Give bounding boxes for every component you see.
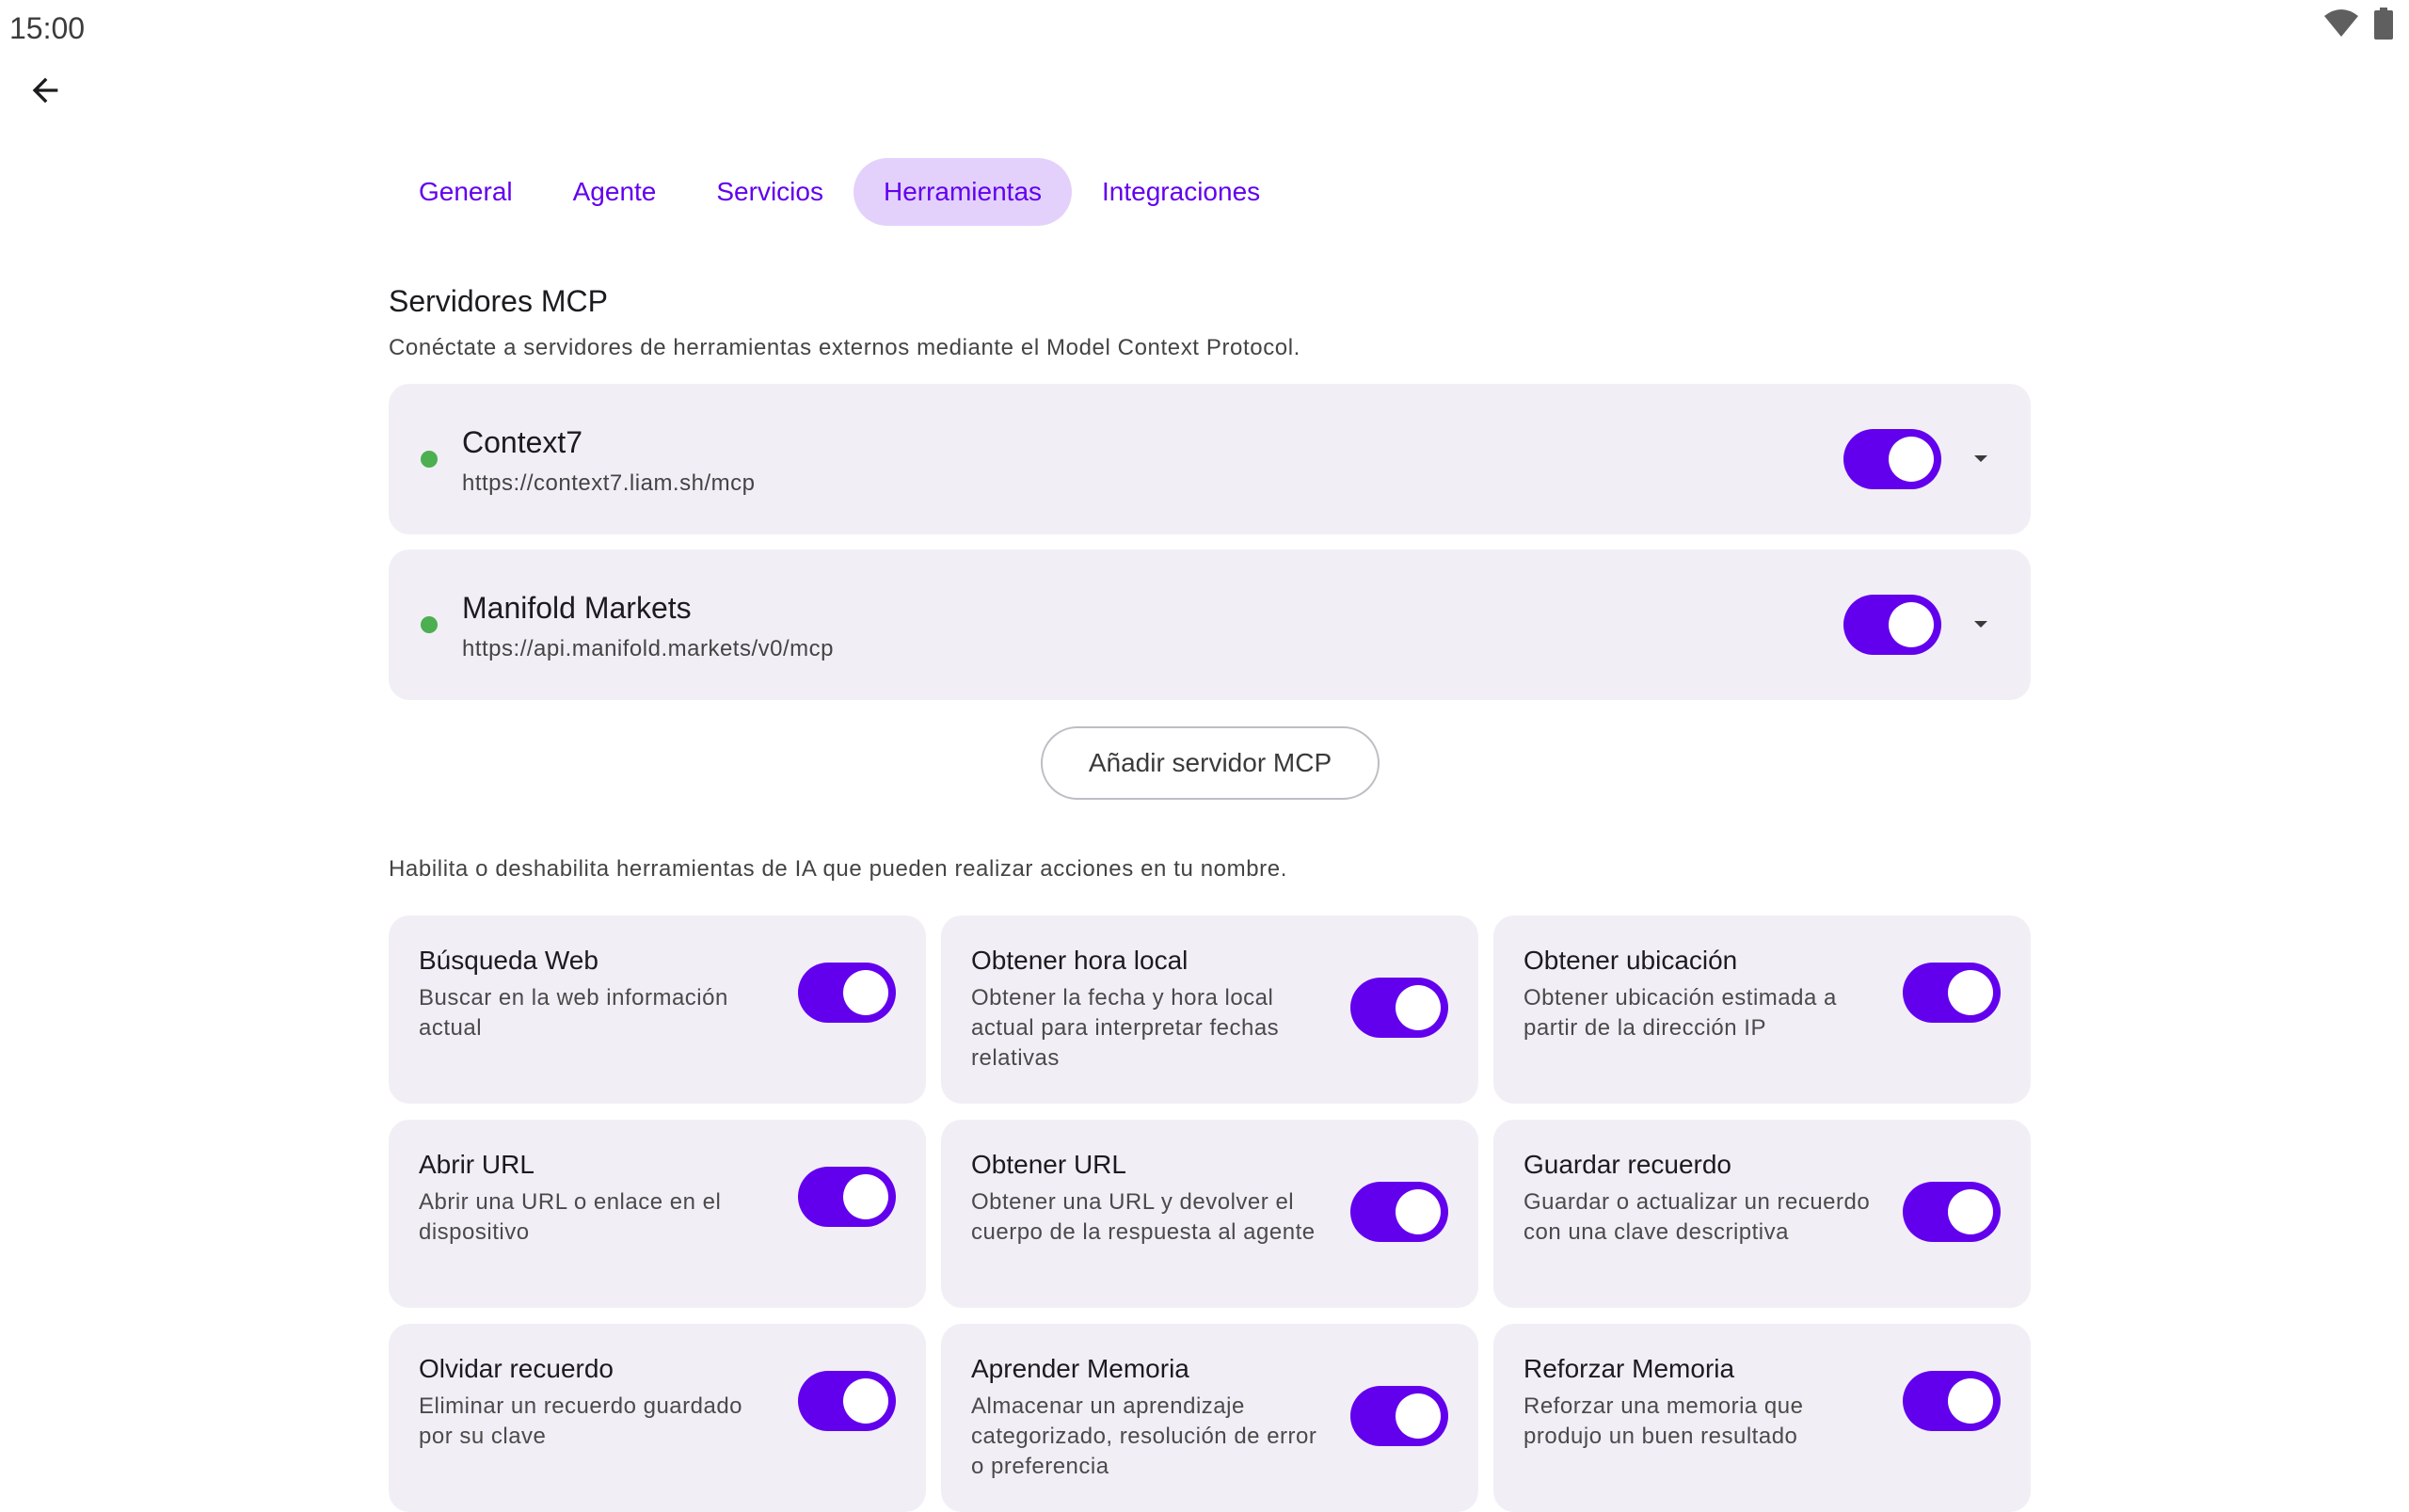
tab-herramientas[interactable]: Herramientas [853, 158, 1073, 226]
mcp-server-card: Context7 https://context7.liam.sh/mcp [389, 384, 2031, 534]
tool-name: Obtener ubicación [1524, 946, 1738, 975]
tool-card: Búsqueda Web Buscar en la web información… [389, 915, 926, 1104]
tool-card: Olvidar recuerdo Eliminar un recuerdo gua… [389, 1324, 926, 1512]
tab-general[interactable]: General [389, 158, 543, 226]
tool-text: Guardar recuerdo Guardar o actualizar un … [1524, 1150, 1881, 1248]
tool-description: Almacenar un aprendizaje categorizado, r… [971, 1393, 1317, 1479]
tool-name: Búsqueda Web [419, 946, 598, 975]
tab-integraciones[interactable]: Integraciones [1072, 158, 1290, 226]
tool-toggle[interactable] [1350, 978, 1448, 1038]
back-button[interactable] [19, 64, 72, 117]
tool-description: Buscar en la web información actual [419, 985, 728, 1041]
tool-text: Olvidar recuerdo Eliminar un recuerdo gua… [419, 1354, 776, 1452]
tools-description: Habilita o deshabilita herramientas de I… [389, 856, 1287, 882]
tool-text: Abrir URL Abrir una URL o enlace en el di… [419, 1150, 776, 1248]
tool-text: Reforzar Memoria Reforzar una memoria que… [1524, 1354, 1881, 1452]
tool-toggle[interactable] [1903, 963, 2001, 1023]
wifi-icon [2322, 8, 2360, 43]
tool-name: Aprender Memoria [971, 1354, 1189, 1383]
tool-card: Obtener URL Obtener una URL y devolver el… [941, 1120, 1478, 1308]
tool-description: Reforzar una memoria que produjo un buen… [1524, 1393, 1804, 1449]
tool-description: Obtener una URL y devolver el cuerpo de … [971, 1189, 1316, 1245]
tab-agente[interactable]: Agente [543, 158, 687, 226]
mcp-section-description: Conéctate a servidores de herramientas e… [389, 335, 1300, 360]
add-mcp-server-button[interactable]: Añadir servidor MCP [1041, 726, 1380, 800]
tool-toggle[interactable] [798, 963, 896, 1023]
battery-icon [2373, 8, 2394, 44]
tool-description: Abrir una URL o enlace en el dispositivo [419, 1189, 722, 1245]
tool-toggle[interactable] [798, 1371, 896, 1431]
server-name: Context7 [462, 425, 583, 459]
tool-name: Olvidar recuerdo [419, 1354, 614, 1383]
mcp-server-card: Manifold Markets https://api.manifold.ma… [389, 549, 2031, 700]
tab-servicios[interactable]: Servicios [686, 158, 854, 226]
server-url: https://context7.liam.sh/mcp [462, 470, 756, 496]
tool-name: Abrir URL [419, 1150, 534, 1179]
tool-name: Obtener URL [971, 1150, 1126, 1179]
tool-text: Obtener ubicación Obtener ubicación estim… [1524, 946, 1881, 1043]
tool-card: Abrir URL Abrir una URL o enlace en el di… [389, 1120, 926, 1308]
server-toggle[interactable] [1843, 429, 1941, 489]
tool-description: Obtener ubicación estimada a partir de l… [1524, 985, 1837, 1041]
status-icons [2322, 8, 2394, 44]
tool-name: Obtener hora local [971, 946, 1189, 975]
tool-toggle[interactable] [798, 1167, 896, 1227]
tool-card: Guardar recuerdo Guardar o actualizar un … [1493, 1120, 2031, 1308]
tool-card: Reforzar Memoria Reforzar una memoria que… [1493, 1324, 2031, 1512]
tool-toggle[interactable] [1903, 1182, 2001, 1242]
tool-description: Obtener la fecha y hora local actual par… [971, 985, 1280, 1071]
arrow-back-icon [32, 77, 58, 103]
tool-toggle[interactable] [1350, 1182, 1448, 1242]
chevron-down-icon [1974, 455, 1987, 462]
tool-description: Eliminar un recuerdo guardado por su cla… [419, 1393, 743, 1449]
tools-grid: Búsqueda Web Buscar en la web información… [389, 915, 2031, 1512]
expand-button[interactable] [1966, 610, 1996, 640]
tool-text: Obtener hora local Obtener la fecha y hor… [971, 946, 1329, 1074]
tool-card: Obtener ubicación Obtener ubicación estim… [1493, 915, 2031, 1104]
tool-description: Guardar o actualizar un recuerdo con una… [1524, 1189, 1871, 1245]
tool-toggle[interactable] [1350, 1386, 1448, 1446]
chevron-down-icon [1974, 621, 1987, 628]
status-time: 15:00 [9, 11, 86, 45]
expand-button[interactable] [1966, 444, 1996, 474]
tool-toggle[interactable] [1903, 1371, 2001, 1431]
tool-text: Obtener URL Obtener una URL y devolver el… [971, 1150, 1329, 1248]
tool-name: Guardar recuerdo [1524, 1150, 1732, 1179]
status-dot [421, 451, 438, 468]
tab-bar: General Agente Servicios Herramientas Integr… [389, 158, 1290, 226]
server-toggle[interactable] [1843, 595, 1941, 655]
mcp-section-title: Servidores MCP [389, 284, 608, 318]
tool-text: Aprender Memoria Almacenar un aprendizaje… [971, 1354, 1329, 1482]
tool-name: Reforzar Memoria [1524, 1354, 1735, 1383]
tool-card: Obtener hora local Obtener la fecha y hor… [941, 915, 1478, 1104]
tool-card: Aprender Memoria Almacenar un aprendizaje… [941, 1324, 1478, 1512]
server-name: Manifold Markets [462, 591, 692, 625]
status-dot [421, 616, 438, 633]
tool-text: Búsqueda Web Buscar en la web información… [419, 946, 776, 1043]
server-url: https://api.manifold.markets/v0/mcp [462, 636, 834, 661]
